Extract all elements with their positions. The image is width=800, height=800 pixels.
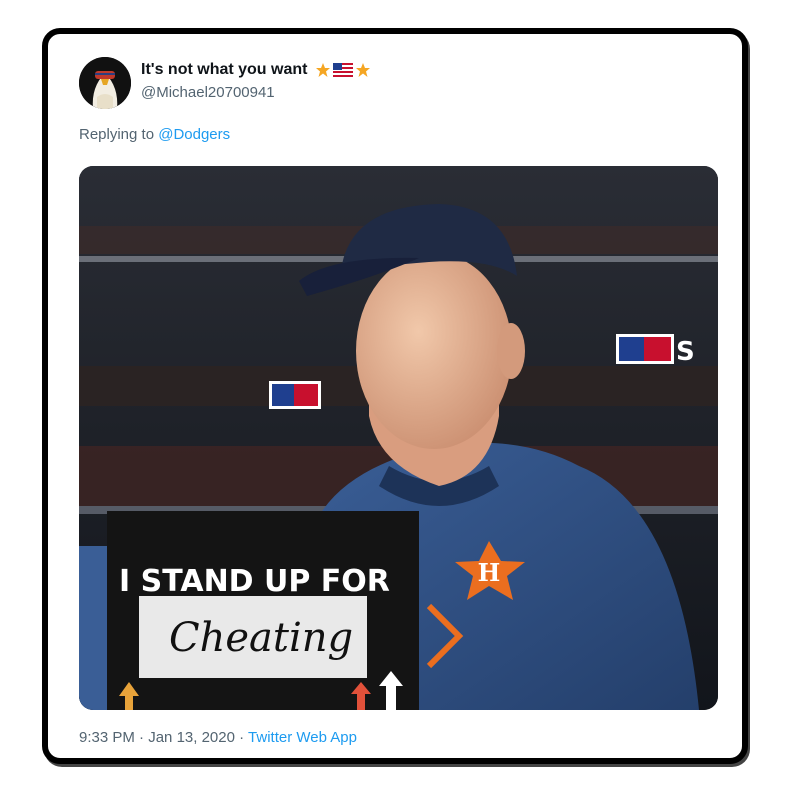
- mlb-logo-banner: [644, 337, 671, 361]
- mlb-logo-banner: [294, 384, 318, 406]
- tweet-meta: 9:33 PM · Jan 13, 2020 · Twitter Web App: [79, 729, 357, 746]
- tweet-photo[interactable]: S H I STAND UP FOR Cheating: [79, 166, 718, 710]
- reply-to-link[interactable]: @Dodgers: [158, 126, 230, 143]
- display-name-text[interactable]: It's not what you want: [141, 61, 307, 79]
- avatar[interactable]: [79, 57, 131, 109]
- name-emoji-group: [315, 62, 371, 78]
- star-icon: [316, 63, 331, 77]
- star-icon: [356, 63, 371, 77]
- meta-separator: ·: [139, 729, 145, 746]
- user-handle[interactable]: @Michael20700941: [141, 84, 275, 101]
- jersey-letter: H: [478, 558, 501, 587]
- ear: [497, 323, 525, 379]
- mlb-logo-banner: [272, 384, 294, 406]
- eagle-avatar-icon: [79, 57, 131, 109]
- mlb-logo-banner: [619, 337, 644, 361]
- tweet-source-link[interactable]: Twitter Web App: [248, 729, 357, 746]
- sign-heading: I STAND UP FOR: [119, 564, 390, 599]
- reply-context: Replying to @Dodgers: [79, 126, 230, 143]
- meta-separator: ·: [239, 729, 245, 746]
- banner-text: S: [676, 337, 695, 367]
- sign-handwritten-word: Cheating: [169, 615, 353, 661]
- photo-scene: S H I STAND UP FOR Cheating: [79, 166, 718, 710]
- display-name[interactable]: It's not what you want: [141, 61, 371, 79]
- reply-prefix: Replying to: [79, 126, 155, 143]
- tweet-time[interactable]: 9:33 PM: [79, 729, 135, 746]
- face: [356, 253, 512, 449]
- us-flag-icon: [333, 63, 354, 77]
- tweet-date[interactable]: Jan 13, 2020: [148, 729, 235, 746]
- protest-sign: I STAND UP FOR Cheating: [107, 511, 419, 710]
